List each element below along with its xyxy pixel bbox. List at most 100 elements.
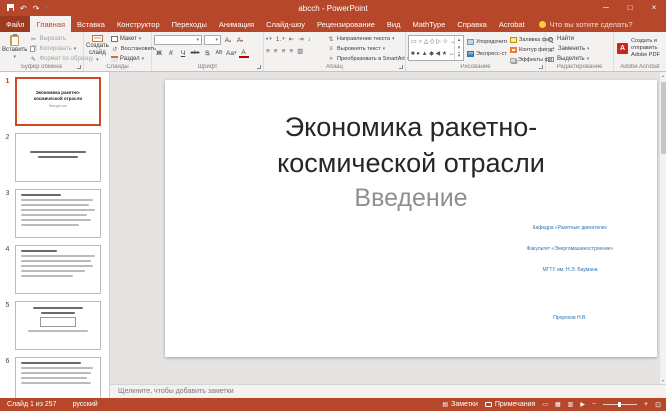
- zoom-in-button[interactable]: +: [644, 401, 648, 408]
- find-button[interactable]: Найти: [548, 35, 589, 43]
- thumbnail-slide-2[interactable]: [15, 133, 101, 182]
- zoom-out-button[interactable]: −: [592, 401, 596, 408]
- slideshow-button[interactable]: ▶: [580, 401, 585, 408]
- section-button[interactable]: Раздел ▾: [111, 55, 156, 63]
- notes-pane[interactable]: Щелкните, чтобы добавить заметки: [110, 384, 666, 398]
- undo-button[interactable]: ↶: [20, 4, 27, 13]
- bullets-button[interactable]: •▾: [266, 36, 272, 43]
- tab-transitions[interactable]: Переходы: [166, 16, 213, 32]
- quick-styles-button[interactable]: Экспресс-стили: [467, 50, 507, 58]
- font-dialog-launcher[interactable]: [257, 65, 261, 69]
- thumbnail-row-5[interactable]: 5: [0, 301, 109, 350]
- zoom-slider-knob[interactable]: [618, 402, 621, 407]
- paragraph-dialog-launcher[interactable]: [399, 65, 403, 69]
- numbering-button[interactable]: 1.▾: [276, 36, 285, 43]
- tab-acrobat[interactable]: Acrobat: [493, 16, 531, 32]
- drawing-dialog-launcher[interactable]: [539, 65, 543, 69]
- align-left-button[interactable]: ≡: [266, 48, 270, 55]
- current-slide[interactable]: Экономика ракетно- космической отрасли В…: [165, 80, 657, 357]
- create-pdf-button[interactable]: A Создать и отправить Adobe PDF: [616, 34, 666, 59]
- increase-indent-button[interactable]: ⇥: [298, 35, 303, 43]
- qat-customize-button[interactable]: ▾: [45, 5, 48, 11]
- tab-slideshow[interactable]: Слайд-шоу: [260, 16, 311, 32]
- justify-button[interactable]: ≡: [289, 48, 293, 55]
- line-spacing-button[interactable]: ↕: [308, 36, 311, 43]
- thumbnail-slide-4[interactable]: [15, 245, 101, 294]
- character-spacing-button[interactable]: АВ: [214, 48, 224, 58]
- arrange-button[interactable]: Упорядочить: [467, 38, 507, 46]
- slide-author[interactable]: Пророков Н.В.: [495, 315, 645, 321]
- text-direction-button[interactable]: ⇅ Направление текста ▾: [327, 35, 409, 43]
- font-color-button[interactable]: А: [239, 48, 249, 58]
- tell-me-search[interactable]: Что вы хотите сделать?: [531, 16, 641, 32]
- thumbnail-row-3[interactable]: 3: [0, 189, 109, 238]
- decrease-indent-button[interactable]: ⇤: [289, 35, 294, 43]
- normal-view-button[interactable]: ▭: [542, 401, 548, 408]
- language-indicator[interactable]: русский: [73, 401, 98, 408]
- slide-credits[interactable]: Кафедра «Ракетные двигатели» Факультет «…: [495, 225, 645, 288]
- strikethrough-button[interactable]: abc: [190, 48, 200, 58]
- tab-home[interactable]: Главная: [30, 16, 71, 32]
- shrink-font-button[interactable]: А▾: [235, 35, 245, 45]
- redo-button[interactable]: ↷: [33, 4, 40, 13]
- align-center-button[interactable]: ≡: [274, 48, 278, 55]
- thumbnail-row-1[interactable]: 1 Экономика ракетно- космической отрасли…: [0, 77, 109, 126]
- canvas-scrollbar[interactable]: ▴ ▾: [659, 72, 666, 384]
- tab-mathtype[interactable]: MathType: [406, 16, 451, 32]
- tab-review[interactable]: Рецензирование: [311, 16, 381, 32]
- tab-insert[interactable]: Вставка: [71, 16, 111, 32]
- underline-button[interactable]: Ч: [178, 48, 188, 58]
- scrollbar-thumb[interactable]: [661, 82, 666, 154]
- shapes-gallery[interactable]: ▭ ○ △ ◇ ▷ ☆ → ■ ● ▲ ◆ ◀ ★ ↔ ▴ ▾ ▾: [408, 35, 464, 61]
- font-size-select[interactable]: ▾: [204, 35, 221, 45]
- scroll-down-icon[interactable]: ▾: [662, 378, 664, 383]
- close-button[interactable]: ×: [642, 0, 666, 16]
- fit-to-window-button[interactable]: ⊡: [655, 401, 661, 409]
- tab-file[interactable]: Файл: [0, 16, 30, 32]
- grow-font-button[interactable]: А▴: [223, 35, 233, 45]
- thumbnail-row-6[interactable]: 6: [0, 357, 109, 398]
- text-shadow-button[interactable]: S: [202, 48, 212, 58]
- replace-button[interactable]: ⇄ Заменить ▾: [548, 45, 589, 53]
- thumbnail-row-2[interactable]: 2: [0, 133, 109, 182]
- shapes-scroll-up-icon[interactable]: ▴: [458, 37, 461, 43]
- tab-animations[interactable]: Анимация: [213, 16, 260, 32]
- slide-subtitle[interactable]: Введение: [165, 184, 657, 213]
- notes-toggle-button[interactable]: ▤ Заметки: [442, 401, 477, 408]
- minimize-button[interactable]: ─: [594, 0, 618, 16]
- reading-view-button[interactable]: ▥: [568, 401, 574, 408]
- change-case-button[interactable]: Аа▾: [226, 48, 237, 58]
- align-right-button[interactable]: ≡: [282, 48, 286, 55]
- thumbnail-row-4[interactable]: 4: [0, 245, 109, 294]
- select-button[interactable]: Выделить ▾: [548, 55, 589, 63]
- convert-smartart-button[interactable]: » Преобразовать в SmartArt ▾: [327, 55, 409, 63]
- italic-button[interactable]: К: [166, 48, 176, 58]
- thumbnail-slide-5[interactable]: [15, 301, 101, 350]
- maximize-button[interactable]: □: [618, 0, 642, 16]
- align-text-button[interactable]: ≡ Выровнять текст ▾: [327, 45, 409, 53]
- font-name-select[interactable]: ▾: [154, 35, 202, 45]
- shapes-scroll-down-icon[interactable]: ▾: [458, 45, 461, 51]
- new-slide-button[interactable]: Создать слайд ▾: [86, 34, 109, 63]
- save-button[interactable]: [7, 4, 14, 13]
- reset-button[interactable]: ↺ Восстановить: [111, 45, 156, 53]
- slide-sorter-view-button[interactable]: ▦: [555, 401, 561, 408]
- slide-counter[interactable]: Слайд 1 из 257: [7, 401, 57, 408]
- clipboard-dialog-launcher[interactable]: [77, 65, 81, 69]
- tab-view[interactable]: Вид: [381, 16, 407, 32]
- columns-button[interactable]: ▥: [297, 47, 303, 55]
- zoom-slider[interactable]: [603, 404, 637, 405]
- tab-help[interactable]: Справка: [451, 16, 492, 32]
- shapes-more-icon[interactable]: ▾: [458, 52, 461, 59]
- thumbnail-slide-6[interactable]: [15, 357, 101, 398]
- thumbnail-slide-3[interactable]: [15, 189, 101, 238]
- bold-button[interactable]: Ж: [154, 48, 164, 58]
- scroll-up-icon[interactable]: ▴: [662, 73, 664, 78]
- layout-button[interactable]: Макет ▾: [111, 35, 156, 43]
- comments-toggle-button[interactable]: Примечания: [485, 401, 535, 408]
- tab-design[interactable]: Конструктор: [111, 16, 166, 32]
- slide-title[interactable]: Экономика ракетно- космической отрасли: [165, 110, 657, 181]
- slide-canvas[interactable]: Экономика ракетно- космической отрасли В…: [110, 72, 666, 384]
- paste-button[interactable]: Вставить ▾: [2, 34, 27, 63]
- thumbnail-slide-1[interactable]: Экономика ракетно- космической отрасли В…: [15, 77, 101, 126]
